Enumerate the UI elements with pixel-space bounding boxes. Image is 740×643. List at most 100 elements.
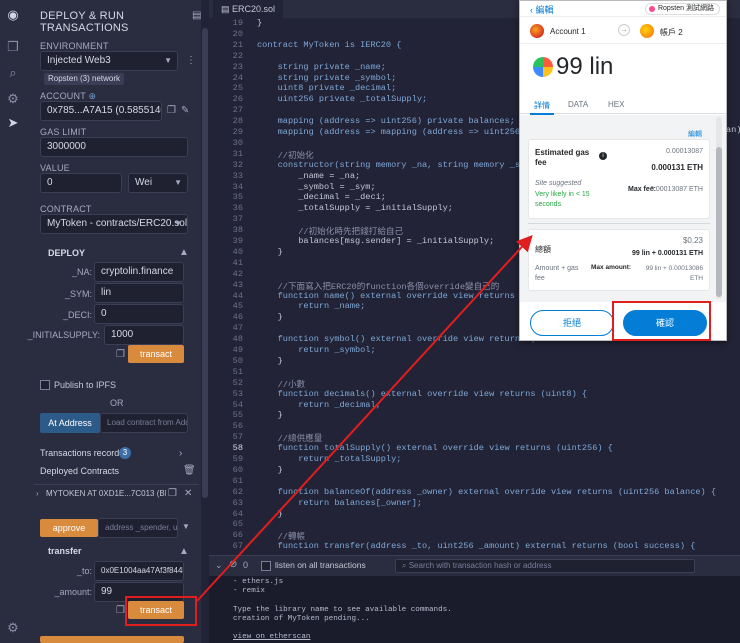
scrollbar-thumb[interactable] bbox=[716, 147, 722, 297]
environment-select[interactable]: Injected Web3 ▼ bbox=[40, 51, 178, 71]
total-label: 總額 bbox=[535, 245, 551, 254]
approve-args-input[interactable]: address _spender, uint bbox=[98, 518, 178, 538]
param-label: _INITIALSUPPLY: bbox=[27, 330, 100, 340]
trash-icon[interactable]: 🗑 bbox=[183, 465, 196, 476]
code-line: uint256 private _totalSupply; bbox=[257, 94, 428, 105]
code-line: } bbox=[257, 246, 283, 257]
search-icon[interactable]: ⌕ bbox=[4, 64, 22, 82]
tab-erc20[interactable]: ▤ ERC20.sol bbox=[213, 0, 284, 18]
deployed-contracts-label: Deployed Contracts bbox=[40, 466, 120, 476]
edit-gas-link[interactable]: 編輯 bbox=[688, 129, 702, 139]
terminal-toolbar: ⌄ ⊘ 0 listen on all transactions ⌕ Searc… bbox=[209, 556, 740, 576]
code-line: function name() external override view r… bbox=[257, 290, 557, 301]
approve-button[interactable]: approve bbox=[40, 519, 98, 537]
gas-card: Estimated gas fee i 0.00013087 0.000131 … bbox=[528, 139, 710, 219]
network-pill[interactable]: Ropsten 測試網路 bbox=[644, 3, 720, 15]
publish-ipfs-label: Publish to IPFS bbox=[54, 380, 117, 390]
file-explorer-icon[interactable]: ❐ bbox=[4, 38, 22, 56]
line-number: 23 bbox=[232, 61, 243, 72]
metamask-scrollbar[interactable] bbox=[716, 117, 722, 299]
line-number: 27 bbox=[232, 105, 243, 116]
copy-icon[interactable]: ❐ bbox=[116, 605, 125, 616]
line-number: 46 bbox=[232, 312, 243, 323]
deploy-run-icon[interactable]: ➤ bbox=[4, 114, 22, 132]
terminal-search-input[interactable]: ⌕ Search with transaction hash or addres… bbox=[395, 559, 695, 573]
next-function-button[interactable] bbox=[40, 636, 184, 643]
value-input[interactable]: 0 bbox=[40, 173, 122, 193]
search-placeholder: Search with transaction hash or address bbox=[408, 561, 552, 570]
transactions-recorded-label[interactable]: Transactions recorded bbox=[40, 448, 129, 458]
chevron-down-icon[interactable]: ▼ bbox=[182, 522, 190, 531]
line-number: 22 bbox=[232, 50, 243, 61]
load-contract-input[interactable]: Load contract from Addre bbox=[100, 413, 188, 433]
transfer-to-input[interactable]: 0x0E1004aa47Af3f844b bbox=[94, 561, 184, 581]
panel-scrollbar[interactable] bbox=[201, 0, 209, 643]
tab-hex[interactable]: HEX bbox=[608, 100, 624, 109]
line-number: 53 bbox=[232, 388, 243, 399]
value-unit: Wei bbox=[135, 177, 153, 188]
view-on-etherscan-link[interactable]: view on etherscan bbox=[233, 633, 310, 641]
param-label: _DECI: bbox=[62, 310, 92, 320]
code-line: } bbox=[257, 464, 283, 475]
compiler-icon[interactable]: ⚙ bbox=[4, 90, 22, 108]
line-number: 59 bbox=[232, 454, 243, 464]
account-select[interactable]: 0x785...A7A15 (0.5855140 bbox=[40, 101, 162, 121]
total-value: 99 lin + 0.000131 ETH bbox=[631, 250, 703, 257]
clear-icon[interactable]: ⊘ bbox=[229, 559, 237, 570]
copy-icon[interactable]: ❐ bbox=[167, 105, 176, 116]
network-dot bbox=[648, 6, 655, 12]
tab-details[interactable]: 詳情 bbox=[530, 100, 554, 115]
chevron-down-icon[interactable]: ⌄ bbox=[215, 560, 223, 571]
value-unit-select[interactable]: Wei ▼ bbox=[128, 173, 188, 193]
copy-icon[interactable]: ❐ bbox=[116, 349, 125, 360]
line-number: 64 bbox=[232, 508, 243, 519]
more-icon[interactable]: ⋮ bbox=[186, 55, 196, 66]
edit-link[interactable]: ‹ 編輯 bbox=[530, 3, 554, 16]
code-line: _decimal = _deci; bbox=[257, 192, 386, 203]
account-label-text: ACCOUNT bbox=[40, 91, 86, 101]
param-initialsupply-input[interactable]: 1000 bbox=[104, 325, 184, 345]
line-number: 41 bbox=[232, 257, 243, 268]
copy-icon[interactable]: ❐ bbox=[168, 488, 177, 499]
param-na-input[interactable]: cryptolin.finance bbox=[94, 262, 184, 282]
code-line: return _totalSupply; bbox=[257, 454, 402, 464]
line-number: 30 bbox=[232, 137, 243, 148]
line-number: 29 bbox=[232, 127, 243, 137]
chevron-right-icon[interactable]: › bbox=[179, 448, 182, 459]
remix-logo-icon[interactable]: ◉ bbox=[4, 6, 22, 24]
settings-icon[interactable]: ⚙ bbox=[4, 619, 22, 637]
param-deci-input[interactable]: 0 bbox=[94, 304, 184, 324]
chevron-up-icon[interactable]: ▲ bbox=[179, 247, 189, 258]
at-address-button[interactable]: At Address bbox=[40, 413, 100, 433]
code-line: _name = _na; bbox=[257, 170, 361, 181]
line-number: 54 bbox=[232, 399, 243, 410]
to-avatar bbox=[640, 24, 654, 38]
chevron-up-icon[interactable]: ▲ bbox=[179, 546, 189, 557]
contract-select[interactable]: MyToken - contracts/ERC20.sol ▼ bbox=[40, 214, 188, 234]
code-line: function decimals() external override vi… bbox=[257, 388, 588, 399]
add-account-icon[interactable]: ⊕ bbox=[88, 91, 96, 101]
info-icon[interactable]: i bbox=[599, 152, 607, 160]
param-sym-input[interactable]: lin bbox=[94, 283, 184, 303]
publish-ipfs-checkbox[interactable] bbox=[40, 380, 50, 390]
line-number: 38 bbox=[232, 225, 243, 236]
close-icon[interactable]: ✕ bbox=[184, 488, 192, 499]
chevron-down-icon[interactable]: › bbox=[36, 489, 39, 498]
line-number: 61 bbox=[232, 475, 243, 486]
scrollbar-thumb[interactable] bbox=[202, 28, 208, 498]
reject-button[interactable]: 拒絕 bbox=[530, 310, 614, 336]
account-value: 0x785...A7A15 (0.5855140 bbox=[47, 105, 162, 116]
deploy-transact-button[interactable]: transact bbox=[128, 345, 184, 363]
edit-icon[interactable]: ✎ bbox=[181, 105, 189, 116]
line-number: 31 bbox=[232, 148, 243, 159]
code-line: return balances[_owner]; bbox=[257, 497, 423, 508]
line-number: 50 bbox=[232, 355, 243, 366]
gas-limit-input[interactable]: 3000000 bbox=[40, 137, 188, 157]
code-line: } bbox=[257, 508, 283, 519]
line-number: 63 bbox=[232, 497, 243, 508]
deploy-title: DEPLOY bbox=[48, 248, 86, 258]
transfer-title: transfer bbox=[48, 546, 82, 556]
listen-checkbox[interactable] bbox=[261, 561, 271, 571]
tab-data[interactable]: DATA bbox=[568, 100, 588, 109]
terminal: ⌄ ⊘ 0 listen on all transactions ⌕ Searc… bbox=[209, 555, 740, 643]
